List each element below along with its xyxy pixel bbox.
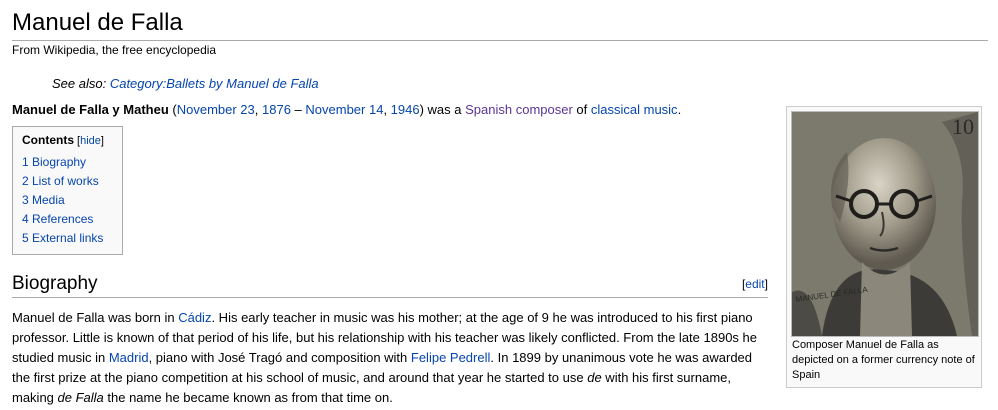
toc-link-external-links[interactable]: 5 External links [22,231,103,245]
toc-link-biography[interactable]: 1 Biography [22,155,86,169]
image-caption: Composer Manuel de Falla as depicted on … [792,339,975,381]
composer-link[interactable]: composer [516,102,573,117]
toc-item-external-links: 5 External links [22,229,122,248]
birth-date-link[interactable]: November 23 [177,102,255,117]
toc-title: Contents [22,133,74,147]
toc-list: 1 Biography 2 List of works 3 Media 4 Re… [22,153,122,248]
see-also-hatnote: See also: Category:Ballets by Manuel de … [52,76,319,91]
classical-music-link[interactable]: classical music [591,102,678,117]
portrait-illustration: MANUEL DE FALLA 10 [792,112,978,336]
table-of-contents: Contents [hide] 1 Biography 2 List of wo… [12,126,123,255]
lead-text: . [677,102,682,117]
toc-hide-bracket: ] [100,135,104,147]
tagline: From Wikipedia, the free encyclopedia [12,43,217,57]
bio-italic-de: de [587,370,602,385]
toc-item-references: 4 References [22,210,122,229]
bio-text: Manuel de Falla was born in [12,310,179,325]
cadiz-link[interactable]: Cádiz [178,310,211,325]
lead-text: – [290,102,306,117]
portrait-image[interactable]: MANUEL DE FALLA 10 [791,111,979,337]
lead-text: , [383,102,391,117]
edit-section-link[interactable]: edit [745,277,764,291]
biography-heading-text: Biography [12,273,98,294]
toc-link-list-of-works[interactable]: 2 List of works [22,174,99,188]
biography-paragraph: Manuel de Falla was born in Cádiz. His e… [12,308,772,408]
lead-text: ( [168,102,177,117]
section-edit: [edit] [742,277,768,291]
see-also-link[interactable]: Category:Ballets by Manuel de Falla [110,76,319,91]
bio-text: , piano with José Tragó and composition … [148,350,411,365]
lead-text: ) was a [419,102,466,117]
toc-item-list-of-works: 2 List of works [22,172,122,191]
madrid-link[interactable]: Madrid [109,350,149,365]
toc-link-references[interactable]: 4 References [22,212,93,226]
bio-text: the name he became known as from that ti… [103,390,393,405]
biography-heading: Biography [edit] [12,273,768,298]
felipe-pedrell-link[interactable]: Felipe Pedrell [411,350,491,365]
infobox: MANUEL DE FALLA 10 Composer Manuel de Fa… [786,106,982,388]
lead-text: of [572,102,591,117]
birth-year-link[interactable]: 1876 [262,102,291,117]
lead-paragraph: Manuel de Falla y Matheu (November 23, 1… [12,101,681,119]
death-year-link[interactable]: 1946 [391,102,420,117]
lead-text: , [254,102,262,117]
see-also-prefix: See also: [52,76,110,91]
bio-italic-de-falla: de Falla [57,390,104,405]
spanish-link[interactable]: Spanish [465,102,512,117]
toc-link-media[interactable]: 3 Media [22,193,65,207]
toc-hide-link[interactable]: hide [80,135,101,147]
toc-item-biography: 1 Biography [22,153,122,172]
edit-bracket: ] [764,277,768,291]
toc-header: Contents [hide] [22,133,122,147]
banknote-value: 10 [952,114,974,139]
page-title: Manuel de Falla [12,8,988,41]
lead-name: Manuel de Falla y Matheu [12,102,169,117]
death-date-link[interactable]: November 14 [305,102,383,117]
toc-item-media: 3 Media [22,191,122,210]
